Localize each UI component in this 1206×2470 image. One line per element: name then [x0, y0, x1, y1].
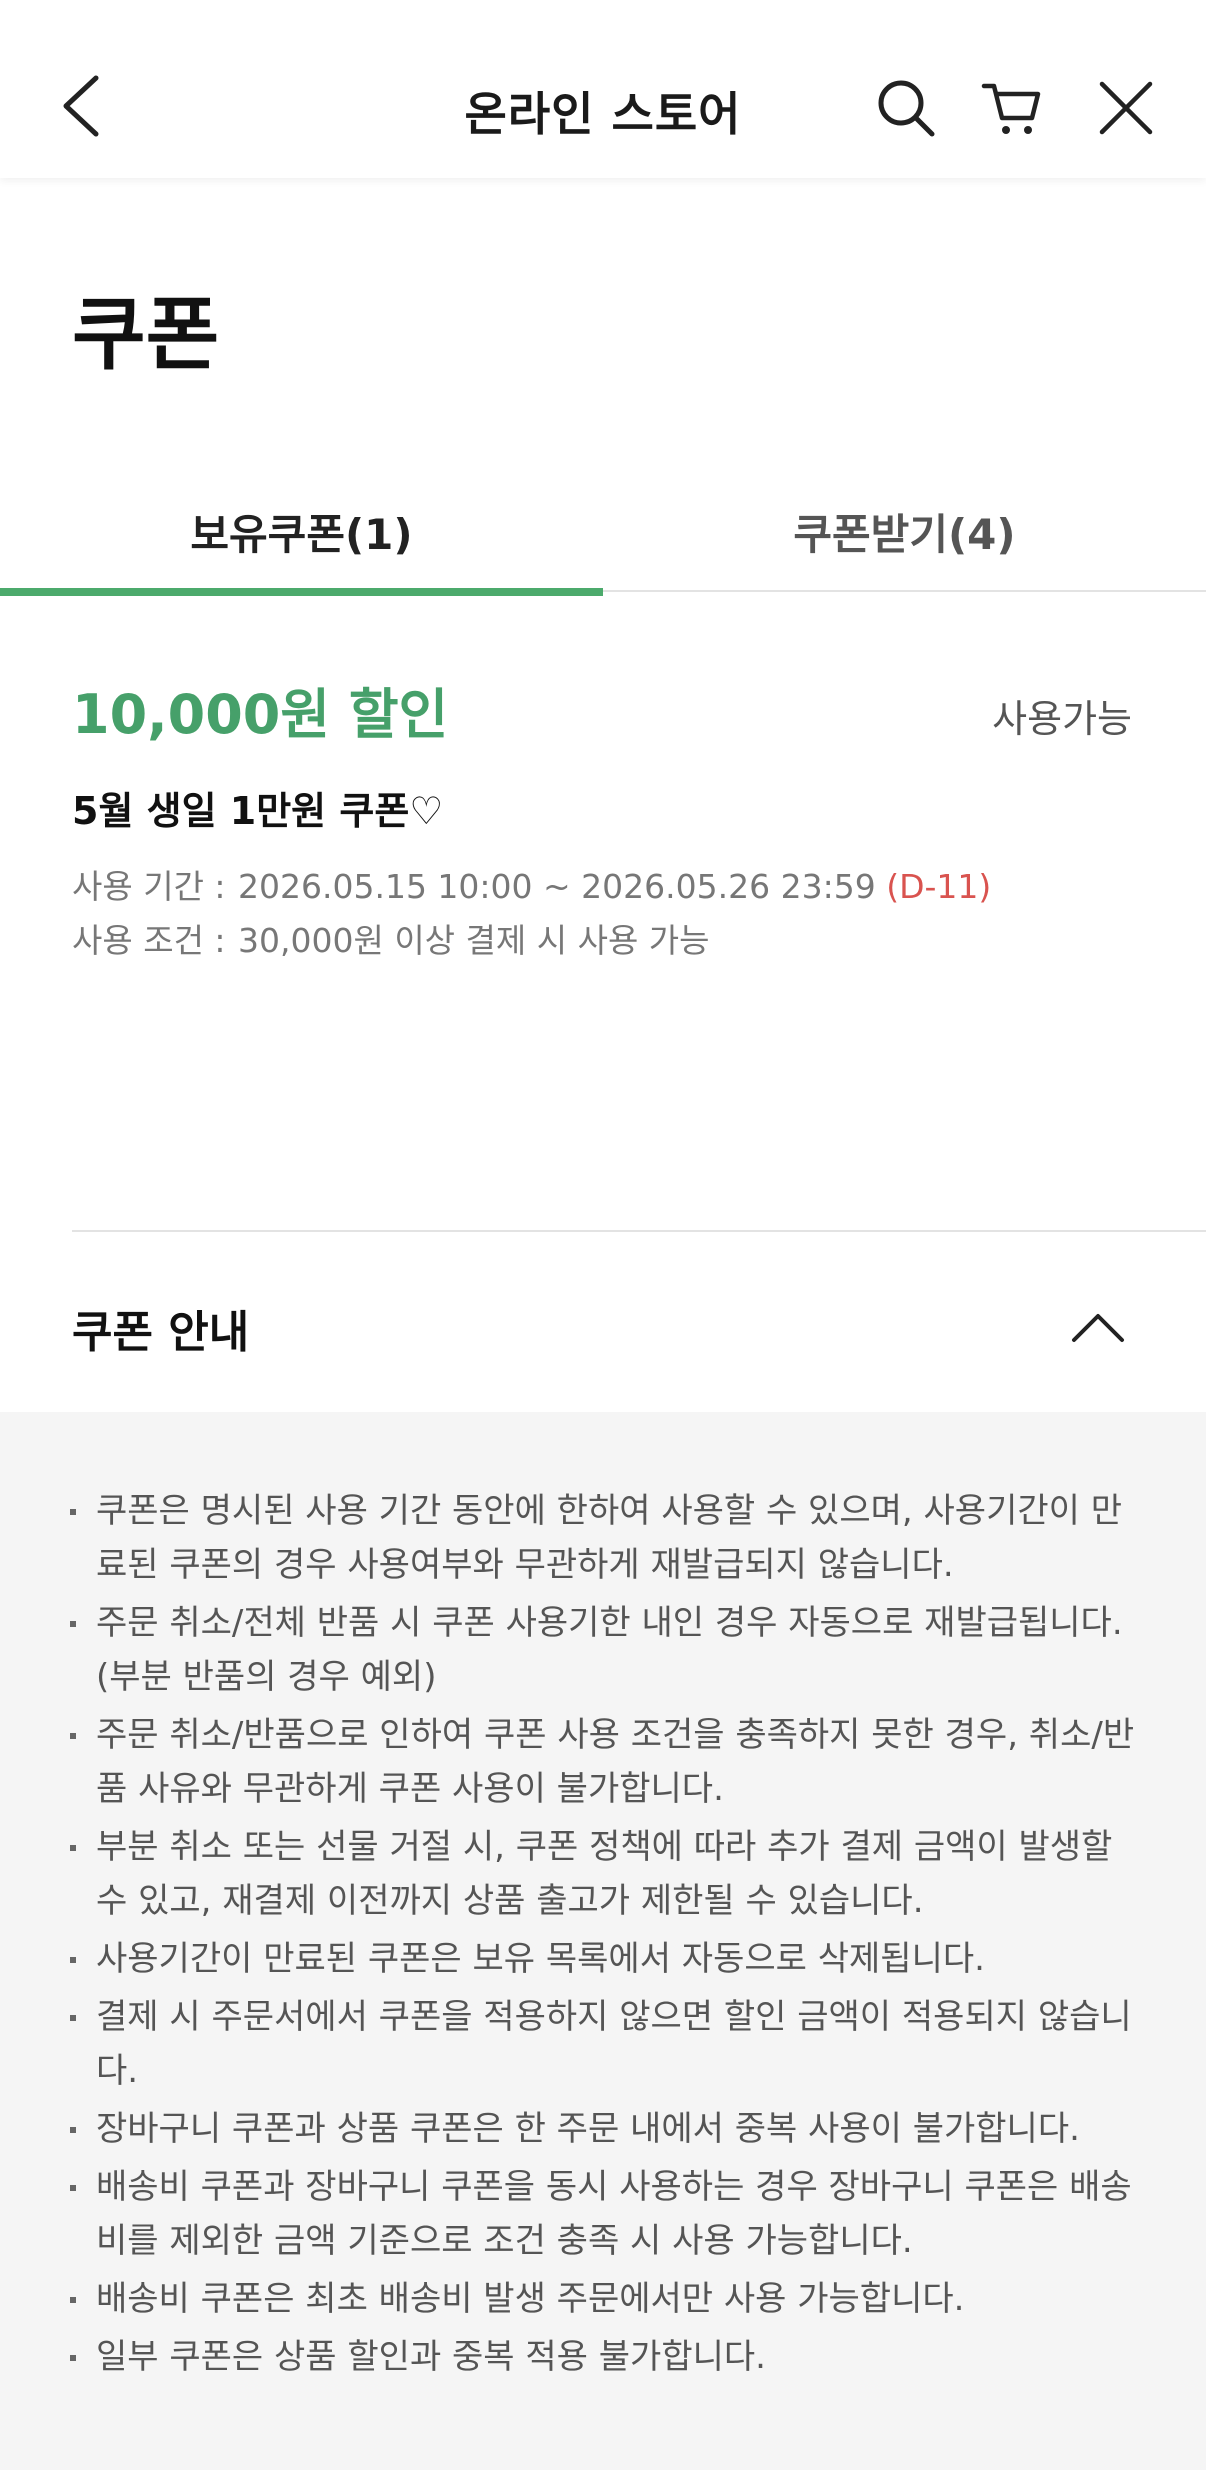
guide-item: 주문 취소/반품으로 인하여 쿠폰 사용 조건을 충족하지 못한 경우, 취소/…	[68, 1708, 1138, 1816]
page-title: 쿠폰	[72, 288, 220, 381]
coupon-period: 사용 기간 : 2026.05.15 10:00 ~ 2026.05.26 23:…	[72, 860, 991, 908]
app-header: 온라인 스토어	[0, 0, 1206, 178]
coupon-status: 사용가능	[992, 697, 1132, 741]
coupon-condition-value: 30,000원 이상 결제 시 사용 가능	[238, 921, 710, 960]
coupon-condition: 사용 조건 : 30,000원 이상 결제 시 사용 가능	[72, 914, 710, 962]
search-icon[interactable]	[874, 76, 938, 140]
coupon-dday-badge: (D-11)	[886, 867, 992, 906]
coupon-condition-label: 사용 조건 :	[72, 921, 226, 960]
cart-icon[interactable]	[980, 76, 1044, 140]
coupon-guide-content: 쿠폰은 명시된 사용 기간 동안에 한하여 사용할 수 있으며, 사용기간이 만…	[0, 1412, 1206, 2470]
coupon-guide-title: 쿠폰 안내	[72, 1307, 250, 1358]
guide-item: 주문 취소/전체 반품 시 쿠폰 사용기한 내인 경우 자동으로 재발급됩니다.…	[68, 1596, 1138, 1704]
guide-item: 배송비 쿠폰은 최초 배송비 발생 주문에서만 사용 가능합니다.	[68, 2272, 1138, 2326]
guide-item: 사용기간이 만료된 쿠폰은 보유 목록에서 자동으로 삭제됩니다.	[68, 1932, 1138, 1986]
guide-item: 배송비 쿠폰과 장바구니 쿠폰을 동시 사용하는 경우 장바구니 쿠폰은 배송비…	[68, 2160, 1138, 2268]
chevron-up-icon[interactable]	[1068, 1306, 1128, 1346]
tab-receive-coupons[interactable]: 쿠폰받기(4)	[603, 470, 1206, 592]
tab-owned-coupons[interactable]: 보유쿠폰(1)	[0, 470, 603, 596]
coupon-tabs: 보유쿠폰(1) 쿠폰받기(4)	[0, 470, 1206, 596]
close-icon[interactable]	[1094, 76, 1158, 140]
coupon-discount-amount: 10,000원 할인	[72, 683, 449, 746]
guide-item: 장바구니 쿠폰과 상품 쿠폰은 한 주문 내에서 중복 사용이 불가합니다.	[68, 2102, 1138, 2156]
coupon-name: 5월 생일 1만원 쿠폰♡	[72, 789, 444, 833]
guide-item: 쿠폰은 명시된 사용 기간 동안에 한하여 사용할 수 있으며, 사용기간이 만…	[68, 1484, 1138, 1592]
guide-item: 일부 쿠폰은 상품 할인과 중복 적용 불가합니다.	[68, 2330, 1138, 2384]
coupon-guide-toggle[interactable]: 쿠폰 안내	[0, 1232, 1206, 1412]
coupon-guide-list: 쿠폰은 명시된 사용 기간 동안에 한하여 사용할 수 있으며, 사용기간이 만…	[68, 1484, 1138, 2388]
coupon-card: 10,000원 할인 사용가능 5월 생일 1만원 쿠폰♡ 사용 기간 : 202…	[72, 670, 1132, 960]
coupon-period-label: 사용 기간 :	[72, 867, 226, 906]
guide-item: 부분 취소 또는 선물 거절 시, 쿠폰 정책에 따라 추가 결제 금액이 발생…	[68, 1820, 1138, 1928]
guide-item: 결제 시 주문서에서 쿠폰을 적용하지 않으면 할인 금액이 적용되지 않습니다…	[68, 1990, 1138, 2098]
coupon-period-value: 2026.05.15 10:00 ~ 2026.05.26 23:59	[238, 867, 876, 906]
